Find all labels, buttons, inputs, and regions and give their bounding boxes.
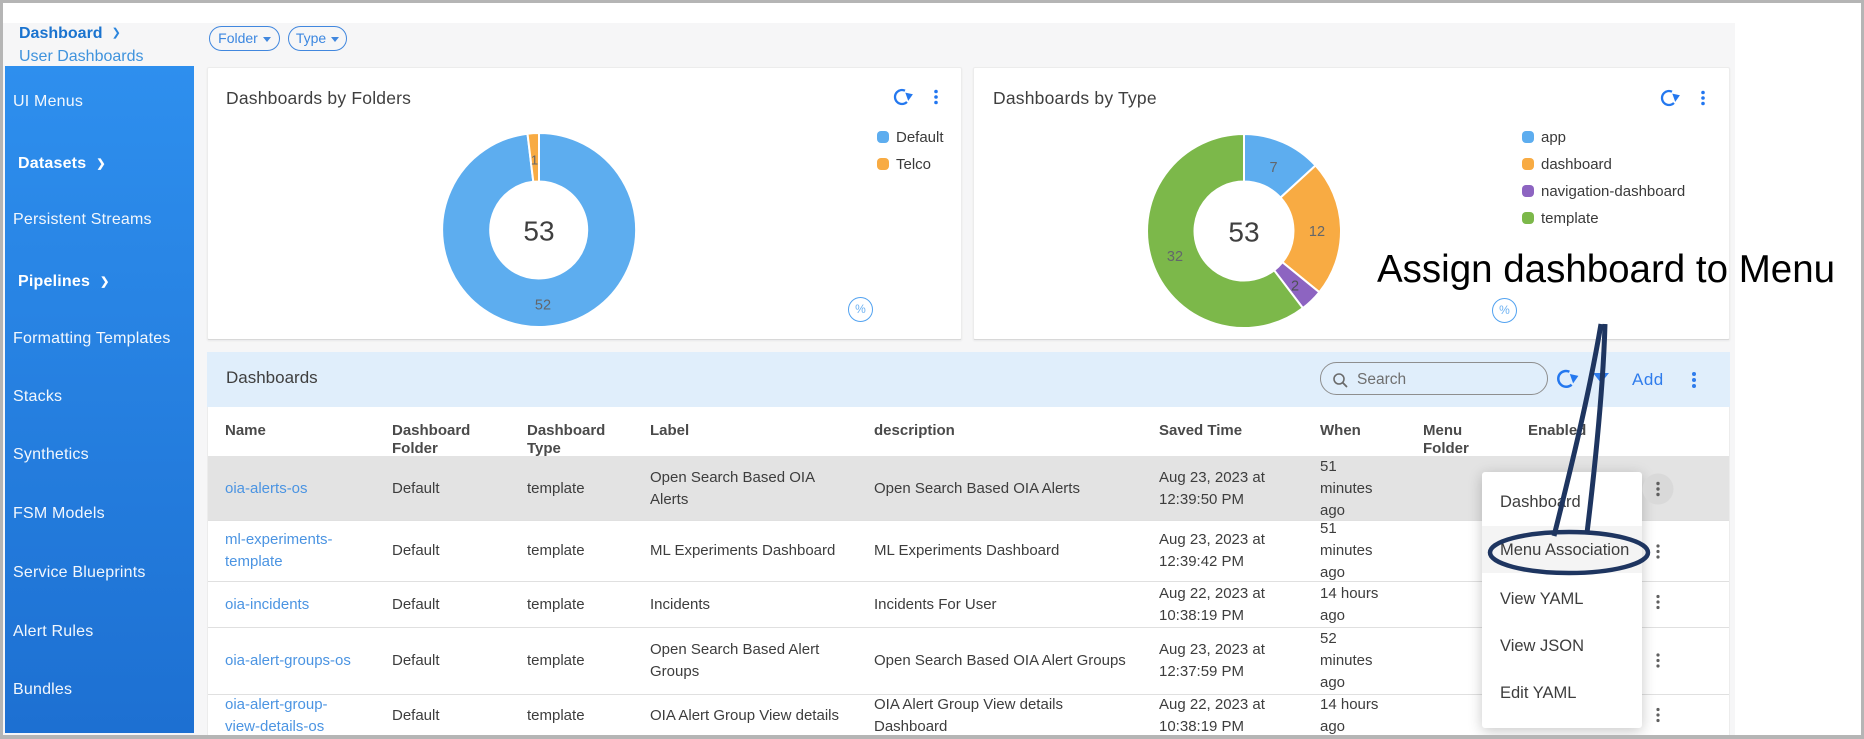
svg-text:Assign dashboard to Menu: Assign dashboard to Menu — [1377, 248, 1835, 291]
